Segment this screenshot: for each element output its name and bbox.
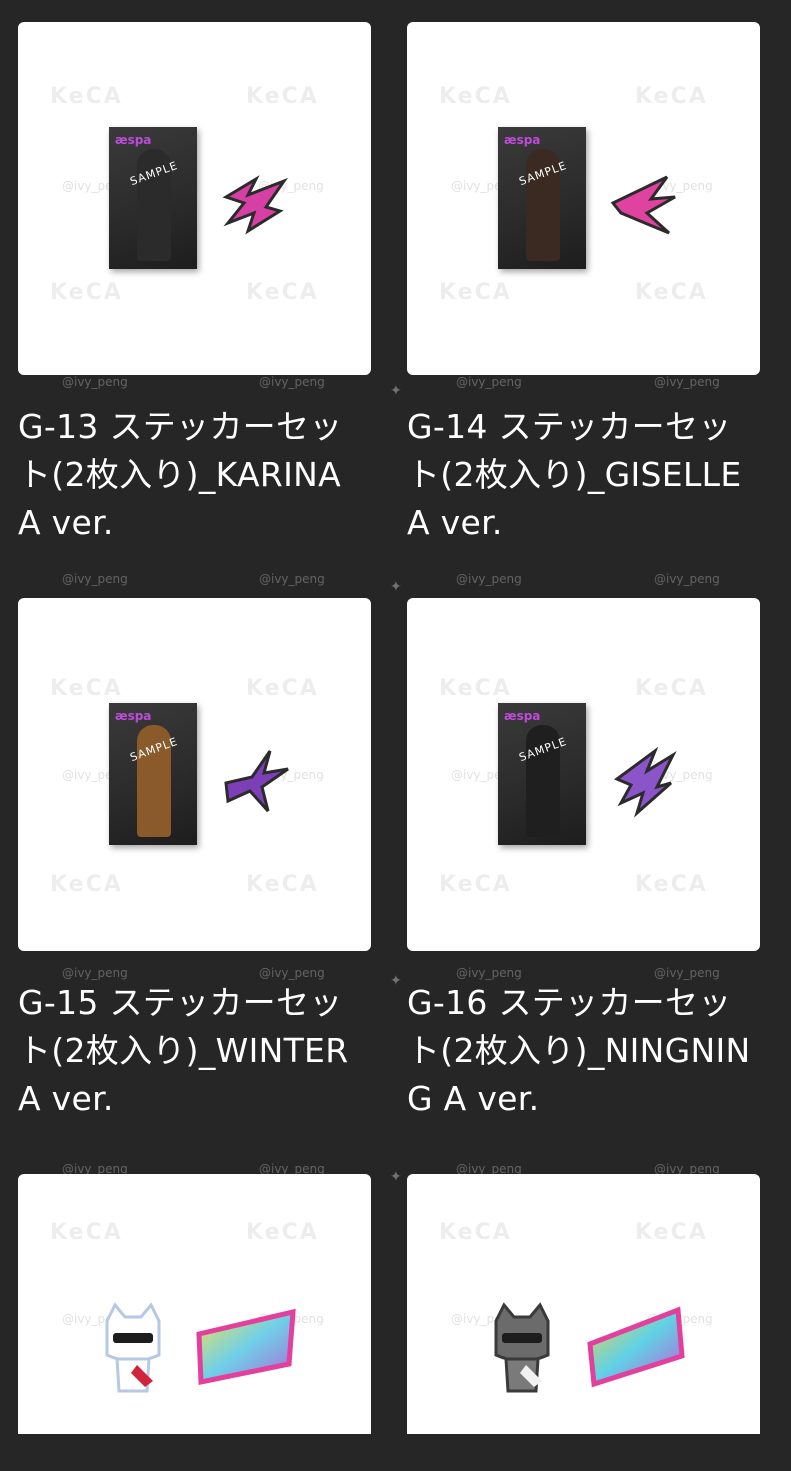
sparkle-icon: ✦ — [390, 1169, 402, 1185]
photo-sticker: æspa SAMPLE — [498, 703, 586, 845]
handle-watermark: @ivy_peng — [259, 375, 325, 389]
name-logo-sticker — [196, 1308, 296, 1386]
keca-watermark: KeCA — [635, 84, 708, 109]
product-card[interactable]: KeCA KeCA KeCA KeCA @ivy_peng @ivy_peng … — [407, 22, 760, 598]
handle-watermark: @ivy_peng — [62, 1162, 128, 1176]
keca-watermark: KeCA — [439, 676, 512, 701]
sparkle-icon: ✦ — [390, 973, 402, 989]
keca-watermark: KeCA — [246, 280, 319, 305]
handle-watermark: @ivy_peng — [654, 966, 720, 980]
keca-watermark: KeCA — [50, 1220, 123, 1245]
product-grid: KeCA KeCA KeCA KeCA @ivy_peng @ivy_peng … — [18, 22, 760, 1434]
product-thumbnail[interactable]: KeCA KeCA KeCA KeCA @ivy_peng @ivy_peng … — [18, 22, 371, 375]
handle-watermark: @ivy_peng — [456, 375, 522, 389]
keca-watermark: KeCA — [439, 1220, 512, 1245]
product-thumbnail[interactable]: KeCA KeCA KeCA KeCA @ivy_peng @ivy_peng … — [18, 598, 371, 951]
handle-watermark: @ivy_peng — [456, 572, 522, 586]
product-thumbnail[interactable]: KeCA KeCA KeCA KeCA @ivy_peng @ivy_peng … — [407, 22, 760, 375]
keca-watermark: KeCA — [246, 676, 319, 701]
cat-character-sticker — [105, 1302, 161, 1393]
handle-watermark: @ivy_peng — [62, 966, 128, 980]
product-thumbnail[interactable]: KeCA KeCA KeCA KeCA @ivy_peng @ivy_peng … — [407, 598, 760, 951]
product-card[interactable]: KeCA KeCA @ivy_peng @ivy_peng — [407, 1174, 760, 1434]
product-thumbnail[interactable]: KeCA KeCA @ivy_peng @ivy_peng — [407, 1174, 760, 1434]
handle-watermark: @ivy_peng — [456, 1162, 522, 1176]
product-card[interactable]: KeCA KeCA @ivy_peng @ivy_peng — [18, 1174, 371, 1434]
logo-shape-sticker — [614, 746, 677, 818]
product-title[interactable]: G-16 ステッカーセット(2枚入り)_NINGNING A ver. — [407, 979, 760, 1123]
handle-watermark: @ivy_peng — [62, 375, 128, 389]
keca-watermark: KeCA — [50, 872, 123, 897]
handle-watermark: @ivy_peng — [456, 966, 522, 980]
keca-watermark: KeCA — [50, 280, 123, 305]
handle-watermark: @ivy_peng — [259, 1162, 325, 1176]
product-thumbnail[interactable]: KeCA KeCA @ivy_peng @ivy_peng — [18, 1174, 371, 1434]
keca-watermark: KeCA — [246, 1220, 319, 1245]
keca-watermark: KeCA — [50, 84, 123, 109]
poster-logo: æspa — [504, 709, 541, 723]
logo-shape-sticker — [222, 175, 289, 235]
poster-logo: æspa — [115, 133, 152, 147]
keca-watermark: KeCA — [439, 280, 512, 305]
photo-sticker: æspa SAMPLE — [109, 127, 197, 269]
keca-watermark: KeCA — [635, 280, 708, 305]
keca-watermark: KeCA — [246, 872, 319, 897]
product-title[interactable]: G-14 ステッカーセット(2枚入り)_GISELLE A ver. — [407, 403, 760, 547]
handle-watermark: @ivy_peng — [654, 375, 720, 389]
poster-logo: æspa — [504, 133, 541, 147]
photo-sticker: æspa SAMPLE — [109, 703, 197, 845]
handle-watermark: @ivy_peng — [259, 572, 325, 586]
photo-sticker: æspa SAMPLE — [498, 127, 586, 269]
keca-watermark: KeCA — [635, 676, 708, 701]
keca-watermark: KeCA — [246, 84, 319, 109]
product-card[interactable]: KeCA KeCA KeCA KeCA @ivy_peng @ivy_peng … — [18, 598, 371, 1174]
keca-watermark: KeCA — [439, 872, 512, 897]
name-logo-sticker — [587, 1306, 685, 1388]
keca-watermark: KeCA — [635, 872, 708, 897]
logo-shape-sticker — [224, 750, 289, 813]
product-card[interactable]: KeCA KeCA KeCA KeCA @ivy_peng @ivy_peng … — [18, 22, 371, 598]
cat-character-sticker — [494, 1302, 550, 1393]
product-card[interactable]: KeCA KeCA KeCA KeCA @ivy_peng @ivy_peng … — [407, 598, 760, 1174]
handle-watermark: @ivy_peng — [654, 1162, 720, 1176]
product-title[interactable]: G-15 ステッカーセット(2枚入り)_WINTER A ver. — [18, 979, 371, 1123]
handle-watermark: @ivy_peng — [259, 966, 325, 980]
sparkle-icon: ✦ — [390, 383, 402, 399]
keca-watermark: KeCA — [439, 84, 512, 109]
poster-logo: æspa — [115, 709, 152, 723]
handle-watermark: @ivy_peng — [654, 572, 720, 586]
logo-shape-sticker — [610, 175, 676, 235]
keca-watermark: KeCA — [50, 676, 123, 701]
keca-watermark: KeCA — [635, 1220, 708, 1245]
product-title[interactable]: G-13 ステッカーセット(2枚入り)_KARINA A ver. — [18, 403, 371, 547]
handle-watermark: @ivy_peng — [62, 572, 128, 586]
sparkle-icon: ✦ — [390, 579, 402, 595]
